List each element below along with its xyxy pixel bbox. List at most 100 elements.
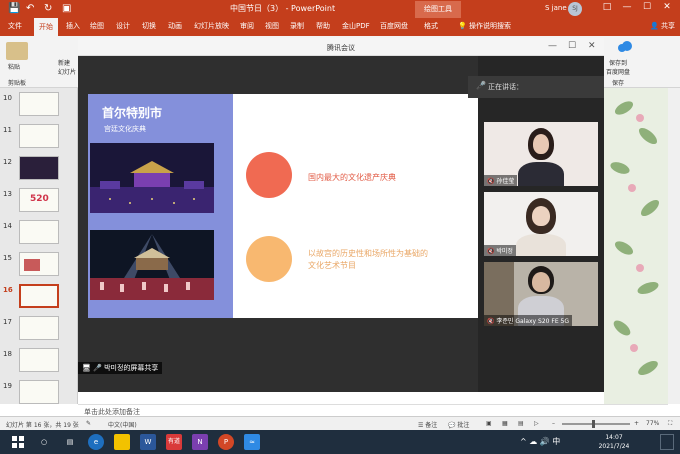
slide-thumbnail-panel[interactable]: 10 11 12 13 520 14 15 16 17 18 19 <box>0 88 78 404</box>
meeting-close-icon[interactable]: ✕ <box>588 41 596 51</box>
zoom-slider-handle[interactable] <box>592 420 595 428</box>
tab-draw[interactable]: 绘图 <box>90 21 104 31</box>
slide-thumb-15[interactable]: 15 <box>0 252 78 284</box>
reading-view-icon[interactable]: ▤ <box>518 420 524 427</box>
slide-thumb-18[interactable]: 18 <box>0 348 78 380</box>
slide-thumb-11[interactable]: 11 <box>0 124 78 156</box>
tab-format[interactable]: 格式 <box>424 21 438 31</box>
maximize-icon[interactable]: ☐ <box>640 2 654 12</box>
slide-thumbnail[interactable] <box>19 380 59 404</box>
tab-slideshow[interactable]: 幻灯片放映 <box>194 21 229 31</box>
save-icon[interactable]: 💾 <box>8 2 20 16</box>
system-tray-icons[interactable]: ^ ☁ 🔊 中 <box>520 436 560 447</box>
tab-record[interactable]: 录制 <box>290 21 304 31</box>
slide-left-panel: 首尔特别市 宫廷文化庆典 <box>88 94 233 318</box>
slide-thumbnail[interactable]: 520 <box>19 188 59 212</box>
zoom-out-icon[interactable]: – <box>552 420 555 427</box>
present-icon[interactable]: ▣ <box>62 2 71 16</box>
slide-thumbnail[interactable] <box>19 156 59 180</box>
screen-share-banner-text: 박미정的屏幕共享 <box>104 364 159 372</box>
ribbon-tab-bar: 文件 开始 插入 绘图 设计 切换 动画 幻灯片放映 审阅 视图 录制 帮助 金… <box>0 18 680 36</box>
meeting-title-bar: 腾讯会议 — ☐ ✕ <box>78 38 604 56</box>
slide-thumbnail[interactable] <box>19 316 59 340</box>
tab-kingsoft-pdf[interactable]: 金山PDF <box>342 21 370 31</box>
slide-thumb-12[interactable]: 12 <box>0 156 78 188</box>
slide-thumb-13[interactable]: 13 520 <box>0 188 78 220</box>
tab-view[interactable]: 视图 <box>265 21 279 31</box>
slide-thumbnail[interactable] <box>19 220 59 244</box>
slide-thumbnail-active[interactable] <box>19 284 59 308</box>
normal-view-icon[interactable]: ▣ <box>486 420 492 427</box>
slide-thumb-16[interactable]: 16 <box>0 284 78 316</box>
clipboard-group-label: 剪贴板 <box>8 80 27 87</box>
slide-thumb-14[interactable]: 14 <box>0 220 78 252</box>
zoom-level[interactable]: 77% <box>646 420 659 427</box>
tab-home[interactable]: 开始 <box>34 18 58 36</box>
zoom-in-icon[interactable]: + <box>634 420 639 427</box>
user-name[interactable]: S jane <box>545 4 567 12</box>
redo-icon[interactable]: ↻ <box>44 2 52 16</box>
palace-night-photo <box>90 143 214 213</box>
windows-start-icon[interactable] <box>10 434 26 450</box>
slide-sorter-icon[interactable]: ▦ <box>502 420 508 427</box>
search-icon[interactable]: ○ <box>36 434 52 450</box>
tab-insert[interactable]: 插入 <box>66 21 80 31</box>
tab-review[interactable]: 审阅 <box>240 21 254 31</box>
undo-icon[interactable]: ↶ <box>26 2 34 16</box>
save-to-baidu-label[interactable]: 保存到 百度网盘 <box>606 58 630 76</box>
file-explorer-icon[interactable] <box>114 434 130 450</box>
bullet-circle-orange <box>246 236 292 282</box>
taskbar-clock[interactable]: 14:07 2021/7/24 <box>592 433 636 451</box>
participant-tile[interactable]: 🔇 박미정 <box>484 192 598 256</box>
tab-transitions[interactable]: 切换 <box>142 21 156 31</box>
tencent-meeting-icon[interactable]: ≈ <box>244 434 260 450</box>
avatar[interactable]: SJ <box>568 2 582 16</box>
tab-help[interactable]: 帮助 <box>316 21 330 31</box>
slide-thumbnail[interactable] <box>19 124 59 148</box>
windows-taskbar: ○ ▤ e W 有道 N P ≈ ^ ☁ 🔊 中 14:07 2021/7/24 <box>0 430 680 454</box>
drawing-tools-context-tab: 绘图工具 <box>415 1 461 18</box>
youdao-app-icon[interactable]: 有道 <box>166 434 182 450</box>
spellcheck-icon[interactable]: ✎ <box>86 420 91 427</box>
language-indicator[interactable]: 中文(中国) <box>108 420 137 429</box>
task-view-icon[interactable]: ▤ <box>62 434 78 450</box>
zoom-slider[interactable] <box>562 420 630 428</box>
slide-thumb-17[interactable]: 17 <box>0 316 78 348</box>
close-icon[interactable]: ✕ <box>660 2 674 12</box>
vertical-scrollbar[interactable] <box>668 88 680 404</box>
powerpoint-icon[interactable]: P <box>218 434 234 450</box>
tab-file[interactable]: 文件 <box>8 21 22 31</box>
slide-thumbnail[interactable] <box>19 348 59 372</box>
onenote-icon[interactable]: N <box>192 434 208 450</box>
thumb-image <box>24 259 40 271</box>
slide-thumbnail[interactable] <box>19 92 59 116</box>
tab-design[interactable]: 设计 <box>116 21 130 31</box>
new-slide-label[interactable]: 新建 幻灯片 <box>58 58 76 76</box>
slide-thumb-10[interactable]: 10 <box>0 92 78 124</box>
slide-number: 18 <box>3 350 12 358</box>
meeting-maximize-icon[interactable]: ☐ <box>568 41 576 51</box>
edge-browser-icon[interactable]: e <box>88 434 104 450</box>
slide-background-foliage <box>604 88 668 404</box>
notification-center-icon[interactable] <box>660 434 674 450</box>
tell-me-search[interactable]: 💡 操作说明搜索 <box>458 21 511 31</box>
participant-tile[interactable]: 🔇 李준민 Galaxy S20 FE 5G <box>484 262 598 326</box>
comments-toggle-button[interactable]: 💬 批注 <box>448 420 469 429</box>
baidu-cloud-icon[interactable] <box>616 40 634 54</box>
notes-pane[interactable]: 单击此处添加备注 <box>78 404 668 416</box>
participant-tile[interactable]: 🔇 孙佳莹 <box>484 122 598 186</box>
tab-baidu-netdisk[interactable]: 百度网盘 <box>380 21 408 31</box>
notes-toggle-button[interactable]: ☰ 备注 <box>418 420 437 429</box>
meeting-minimize-icon[interactable]: — <box>548 41 557 51</box>
ribbon-display-icon[interactable]: □ <box>600 2 614 12</box>
tab-animations[interactable]: 动画 <box>168 21 182 31</box>
participant-face <box>532 206 550 226</box>
fit-slide-icon[interactable]: ⛶ <box>668 420 672 428</box>
paste-icon[interactable] <box>6 42 28 60</box>
slide-thumbnail[interactable] <box>19 252 59 276</box>
word-icon[interactable]: W <box>140 434 156 450</box>
slideshow-view-icon[interactable]: ▷ <box>534 420 539 427</box>
share-button[interactable]: 👤 共享 <box>650 21 675 31</box>
slide-thumb-19[interactable]: 19 <box>0 380 78 412</box>
minimize-icon[interactable]: — <box>620 2 634 12</box>
